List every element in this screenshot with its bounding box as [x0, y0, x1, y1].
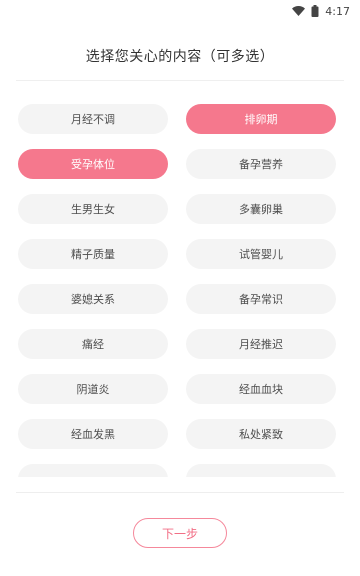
next-step-button[interactable]: 下一步	[133, 518, 227, 548]
option-chip[interactable]: 受孕体位	[18, 149, 168, 179]
footer-divider	[16, 492, 344, 493]
option-chip[interactable]: 月经推迟	[186, 329, 336, 359]
option-chip[interactable]	[18, 464, 168, 477]
option-chip[interactable]: 试管婴儿	[186, 239, 336, 269]
option-chip[interactable]: 生男生女	[18, 194, 168, 224]
option-chip[interactable]: 私处紧致	[186, 419, 336, 449]
status-bar: 4:17	[0, 0, 360, 22]
option-chip[interactable]: 多囊卵巢	[186, 194, 336, 224]
option-chip[interactable]: 精子质量	[18, 239, 168, 269]
option-chip[interactable]	[186, 464, 336, 477]
option-chip[interactable]: 婆媳关系	[18, 284, 168, 314]
option-chip[interactable]: 排卵期	[186, 104, 336, 134]
option-chip[interactable]: 备孕常识	[186, 284, 336, 314]
wifi-icon	[292, 6, 306, 16]
option-chip[interactable]: 经血血块	[186, 374, 336, 404]
status-time: 4:17	[325, 4, 350, 18]
option-chip[interactable]: 痛经	[18, 329, 168, 359]
option-chip[interactable]: 备孕营养	[186, 149, 336, 179]
screen: 4:17 选择您关心的内容（可多选） 月经不调 排卵期 受孕体位 备孕营养 生男生女 多囊…	[0, 0, 360, 576]
page-title: 选择您关心的内容（可多选）	[85, 49, 275, 65]
option-chip[interactable]: 阴道炎	[18, 374, 168, 404]
battery-icon	[311, 5, 319, 17]
options-scroll-area[interactable]: 月经不调 排卵期 受孕体位 备孕营养 生男生女 多囊卵巢 精子质量 试管婴儿 婆媳关系 备孕常识痛…	[0, 100, 360, 477]
option-chip[interactable]: 经血发黑	[18, 419, 168, 449]
option-chip[interactable]: 月经不调	[18, 104, 168, 134]
options-grid: 月经不调 排卵期 受孕体位 备孕营养 生男生女 多囊卵巢 精子质量 试管婴儿 婆媳关系 备孕常识痛…	[0, 100, 360, 477]
title-divider	[16, 80, 344, 81]
